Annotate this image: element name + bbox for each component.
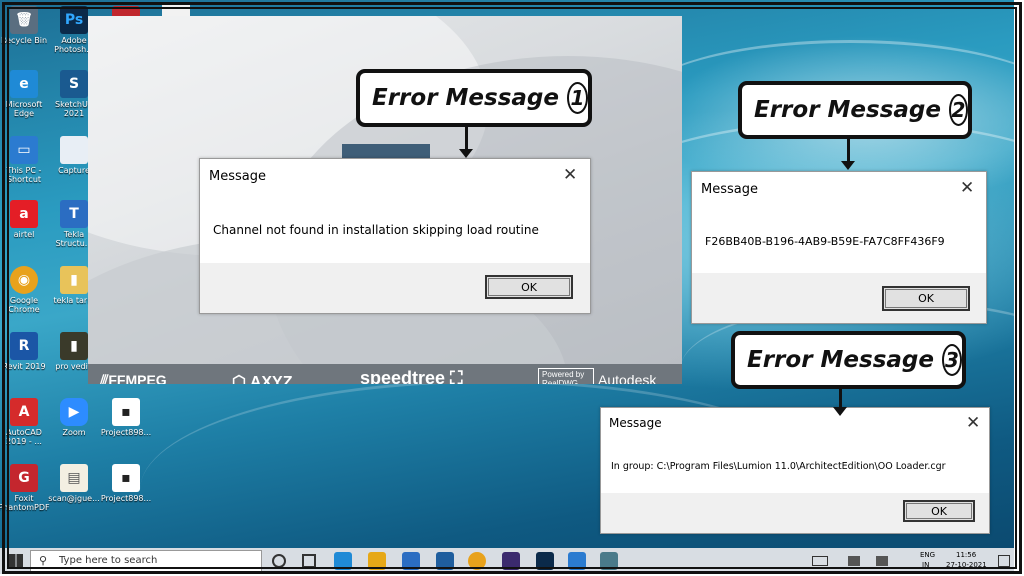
frame-border-inner <box>7 7 1017 569</box>
outer-frame: 🗑 Recycle Bin e Microsoft Edge ▭ This PC… <box>0 0 1024 576</box>
